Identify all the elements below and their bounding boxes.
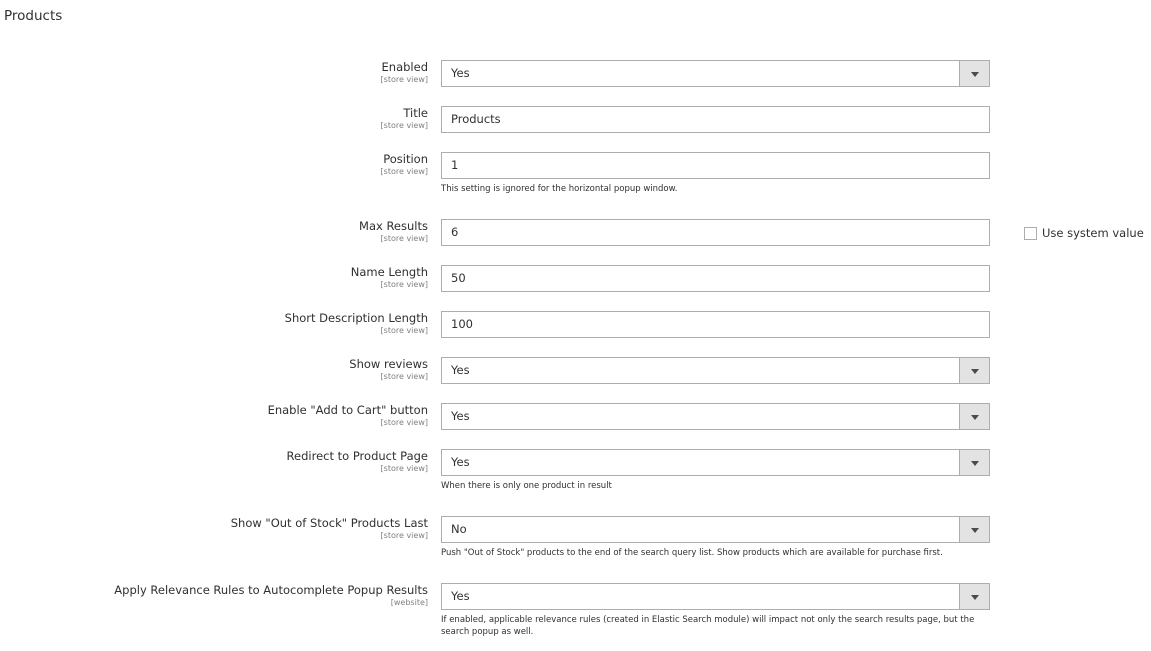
scope-label: [store view] — [380, 121, 428, 130]
select-value: Yes — [451, 66, 470, 80]
label-text: Name Length — [350, 265, 428, 279]
field-note: This setting is ignored for the horizont… — [441, 184, 678, 194]
chevron-down-icon[interactable] — [959, 517, 989, 542]
select-value: No — [451, 522, 467, 536]
input-value: 1 — [451, 158, 459, 172]
label-text: Show reviews — [349, 357, 428, 371]
scope-label: [store view] — [380, 531, 428, 540]
field-note: Push "Out of Stock" products to the end … — [441, 548, 943, 558]
select-value: Yes — [451, 589, 470, 603]
field-note: When there is only one product in result — [441, 481, 612, 491]
input-value: Products — [451, 112, 501, 126]
label-text: Enabled — [381, 60, 428, 74]
field-label: Enabled [store view] — [381, 60, 428, 84]
scope-label: [website] — [390, 598, 428, 607]
label-text: Enable "Add to Cart" button — [267, 403, 428, 417]
field-note: If enabled, applicable relevance rules (… — [441, 615, 975, 637]
field-label: Enable "Add to Cart" button [store view] — [268, 403, 428, 427]
field-label: Show "Out of Stock" Products Last [store … — [231, 516, 428, 540]
label-text: Short Description Length — [284, 311, 428, 325]
chevron-down-icon[interactable] — [959, 61, 989, 86]
chevron-down-icon[interactable] — [959, 450, 989, 475]
use-system-value-label: Use system value — [1042, 226, 1144, 240]
select-value: Yes — [451, 409, 470, 423]
text-input[interactable]: 1 — [441, 152, 990, 179]
field-label: Position [store view] — [381, 152, 428, 176]
scope-label: [store view] — [380, 418, 428, 427]
label-text: Show "Out of Stock" Products Last — [230, 516, 428, 530]
field-label: Title [store view] — [381, 106, 428, 130]
field-label: Apply Relevance Rules to Autocomplete Po… — [114, 583, 428, 607]
field-label: Max Results [store view] — [359, 219, 428, 243]
text-input[interactable]: 100 — [441, 311, 990, 338]
text-input[interactable]: 50 — [441, 265, 990, 292]
chevron-down-icon[interactable] — [959, 358, 989, 383]
scope-label: [store view] — [380, 326, 428, 335]
select-field[interactable]: Yes — [441, 357, 990, 384]
select-value: Yes — [451, 455, 470, 469]
scope-label: [store view] — [380, 372, 428, 381]
select-value: Yes — [451, 363, 470, 377]
scope-label: [store view] — [380, 234, 428, 243]
label-text: Title — [403, 106, 428, 120]
field-label: Redirect to Product Page [store view] — [287, 449, 428, 473]
field-label: Short Description Length [store view] — [285, 311, 428, 335]
input-value: 50 — [451, 271, 466, 285]
scope-label: [store view] — [380, 464, 428, 473]
label-text: Apply Relevance Rules to Autocomplete Po… — [114, 583, 428, 597]
select-field[interactable]: Yes — [441, 403, 990, 430]
select-field[interactable]: Yes — [441, 583, 990, 610]
chevron-down-icon[interactable] — [959, 584, 989, 609]
use-system-value[interactable]: Use system value — [1024, 226, 1144, 240]
chevron-down-icon[interactable] — [959, 404, 989, 429]
field-label: Show reviews [store view] — [349, 357, 428, 381]
select-field[interactable]: Yes — [441, 60, 990, 87]
label-text: Max Results — [359, 219, 428, 233]
select-field[interactable]: No — [441, 516, 990, 543]
checkbox[interactable] — [1024, 226, 1037, 240]
text-input[interactable]: 6 — [441, 219, 990, 246]
field-label: Name Length [store view] — [351, 265, 428, 289]
scope-label: [store view] — [380, 167, 428, 176]
input-value: 6 — [451, 225, 459, 239]
input-value: 100 — [451, 317, 473, 331]
label-text: Position — [383, 152, 428, 166]
label-text: Redirect to Product Page — [286, 449, 428, 463]
scope-label: [store view] — [380, 75, 428, 84]
section-title: Products — [4, 8, 63, 24]
scope-label: [store view] — [380, 280, 428, 289]
text-input[interactable]: Products — [441, 106, 990, 133]
select-field[interactable]: Yes — [441, 449, 990, 476]
